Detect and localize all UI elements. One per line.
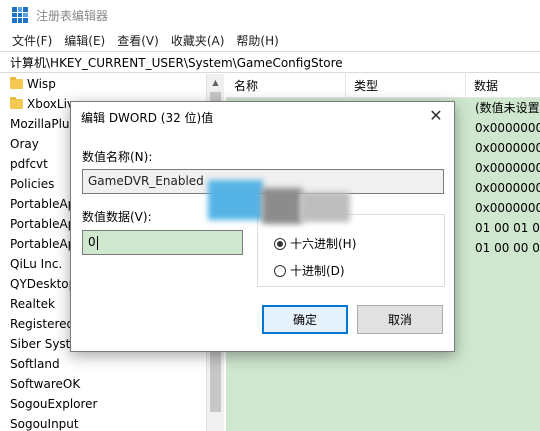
- tree-node[interactable]: SogouExplorer: [0, 394, 206, 414]
- close-icon[interactable]: ✕: [426, 106, 446, 126]
- ok-button[interactable]: 确定: [262, 305, 348, 334]
- address-bar[interactable]: 计算机\HKEY_CURRENT_USER\System\GameConfigS…: [0, 51, 540, 73]
- column-name[interactable]: 名称: [226, 74, 346, 97]
- folder-icon: [10, 77, 23, 89]
- value-data-input[interactable]: 0: [82, 230, 243, 255]
- edit-dword-dialog: 编辑 DWORD (32 位)值 ✕ 数值名称(N): GameDVR_Enab…: [70, 101, 455, 352]
- blur-mosaic: [262, 188, 302, 224]
- value-data-text: 0: [88, 235, 96, 249]
- value-data-label: 数值数据(V):: [82, 210, 152, 224]
- registry-editor-icon: [12, 7, 28, 23]
- folder-icon: [10, 97, 23, 109]
- values-header: 名称 类型 数据: [226, 74, 540, 98]
- menu-help[interactable]: 帮助(H): [230, 32, 284, 49]
- menu-view[interactable]: 查看(V): [111, 32, 165, 49]
- menu-favorites[interactable]: 收藏夹(A): [165, 32, 231, 49]
- value-name-label: 数值名称(N):: [82, 150, 153, 164]
- column-type[interactable]: 类型: [346, 74, 466, 97]
- tree-node[interactable]: SoftwareOK: [0, 374, 206, 394]
- title-bar: 注册表编辑器: [0, 0, 540, 30]
- tree-node[interactable]: SogouInput: [0, 414, 206, 431]
- address-path: 计算机\HKEY_CURRENT_USER\System\GameConfigS…: [10, 55, 343, 70]
- menu-file[interactable]: 文件(F): [6, 32, 58, 49]
- blur-mosaic: [208, 180, 263, 220]
- radio-checked-icon: [274, 237, 286, 250]
- radio-decimal[interactable]: 十进制(D): [274, 262, 345, 279]
- scroll-up-arrow-icon[interactable]: ▲: [207, 74, 224, 91]
- dialog-title: 编辑 DWORD (32 位)值: [81, 111, 214, 125]
- radio-unchecked-icon: [274, 264, 286, 277]
- tree-node[interactable]: Wisp: [0, 74, 206, 94]
- cancel-button[interactable]: 取消: [357, 305, 443, 334]
- text-caret: [96, 235, 98, 250]
- menu-bar: 文件(F) 编辑(E) 查看(V) 收藏夹(A) 帮助(H): [0, 30, 540, 50]
- window-title: 注册表编辑器: [36, 8, 109, 23]
- menu-edit[interactable]: 编辑(E): [58, 32, 111, 49]
- blur-mosaic: [300, 192, 350, 222]
- column-data[interactable]: 数据: [466, 74, 540, 97]
- tree-node[interactable]: Softland: [0, 354, 206, 374]
- radio-hex[interactable]: 十六进制(H): [274, 235, 356, 252]
